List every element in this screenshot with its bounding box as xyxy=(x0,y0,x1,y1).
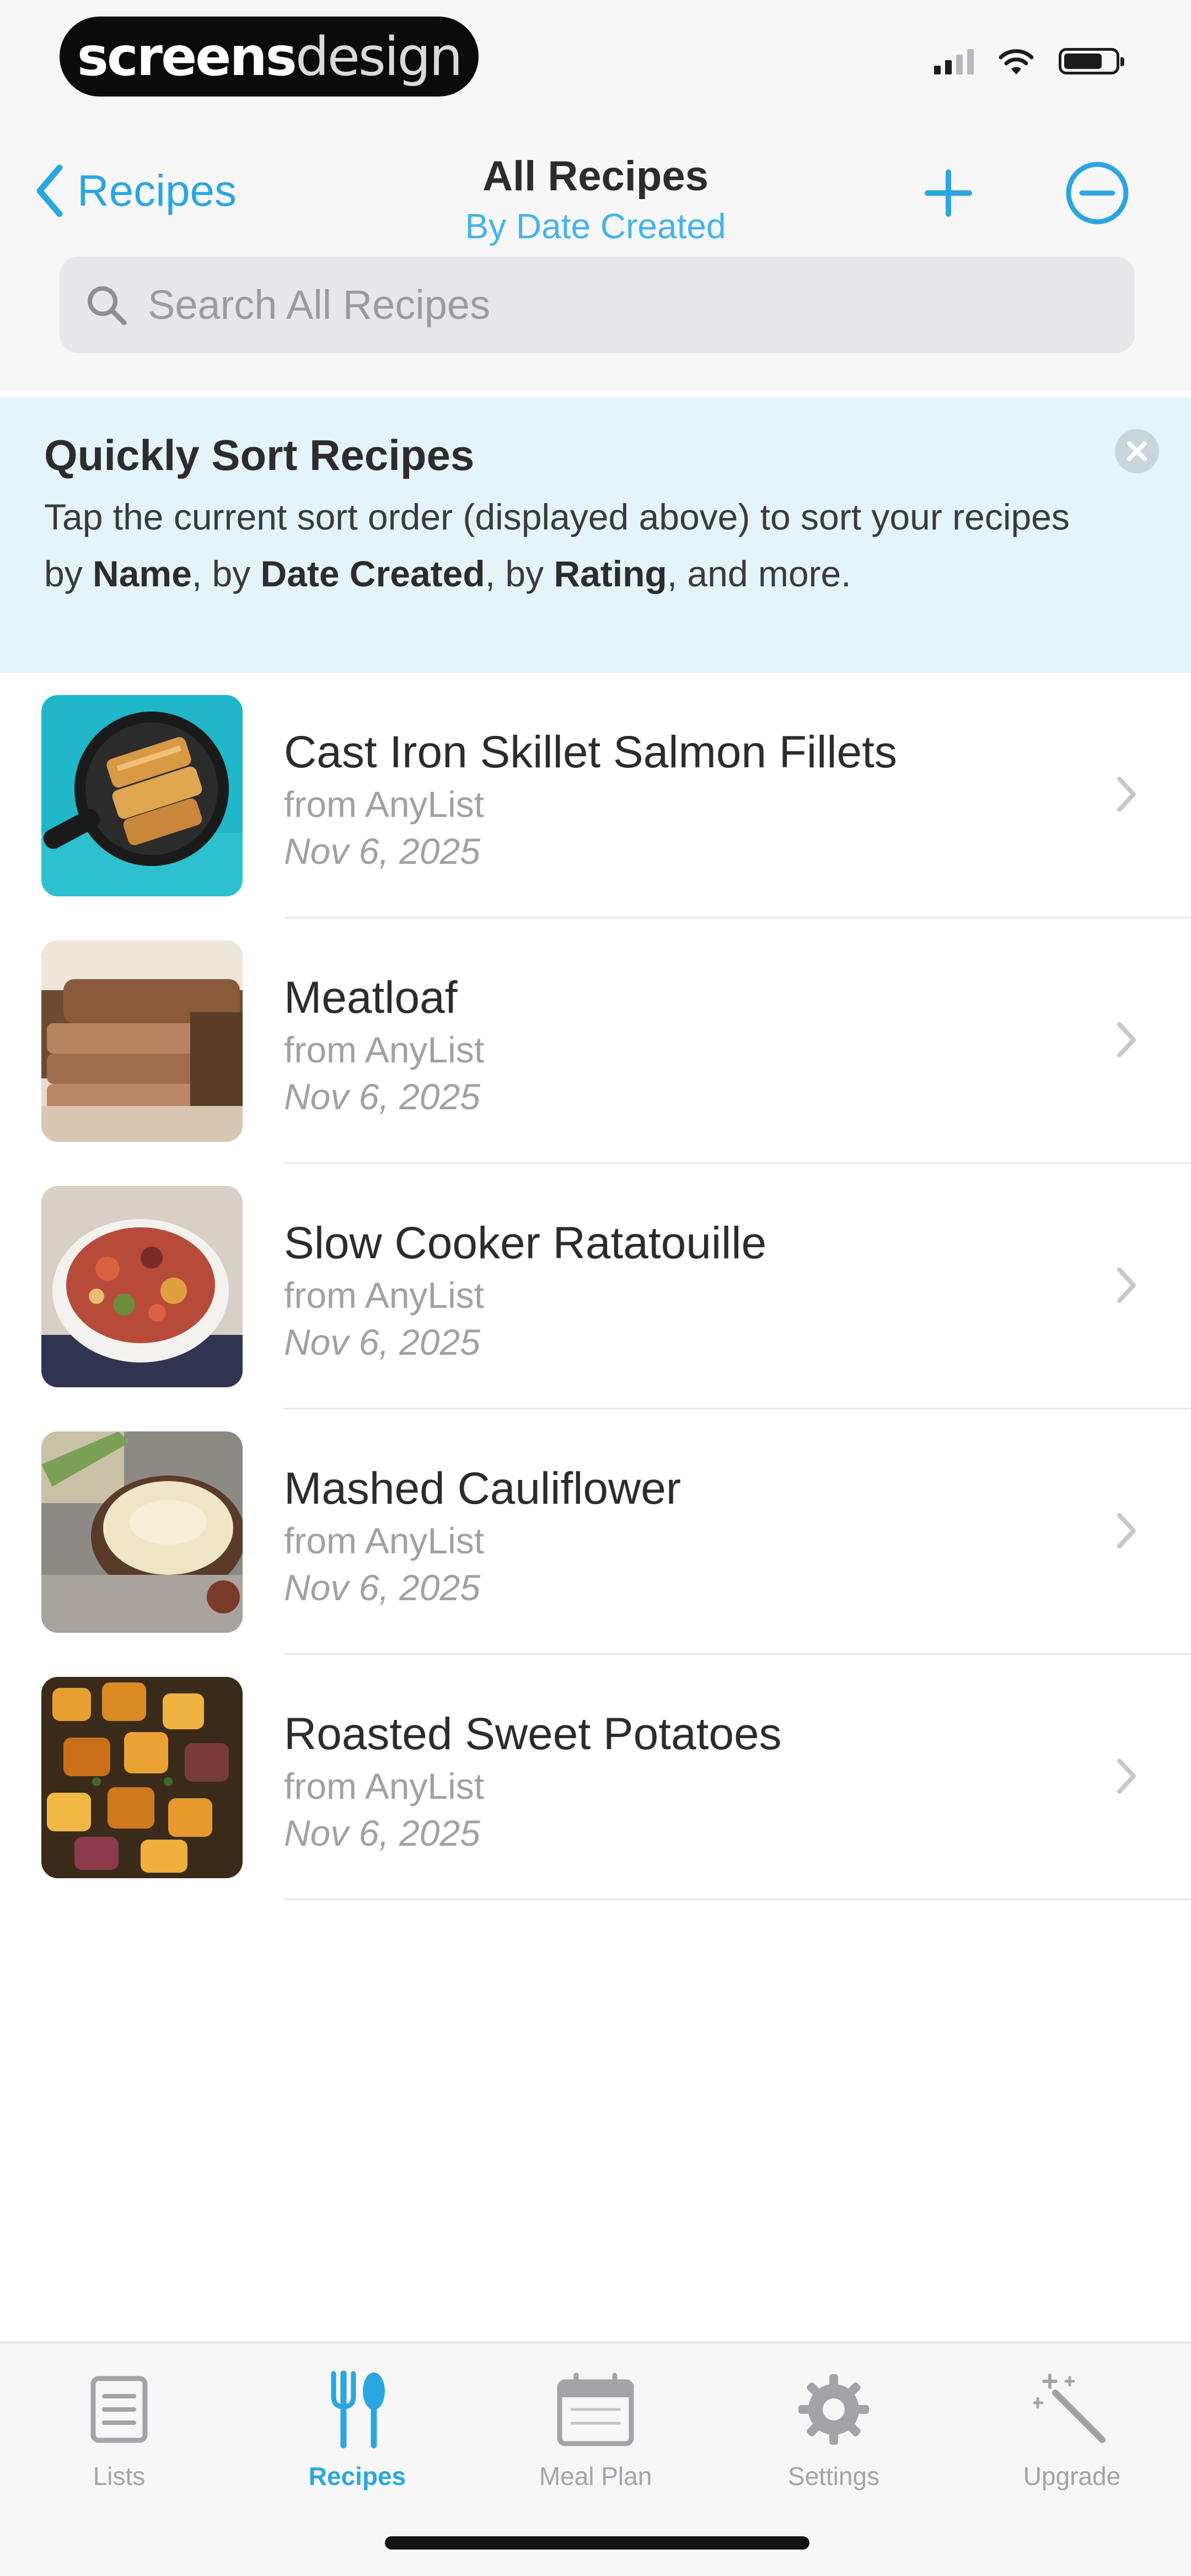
recipe-thumbnail xyxy=(41,1677,243,1878)
chevron-right-icon xyxy=(1117,1268,1136,1303)
recipe-source: from AnyList xyxy=(284,1029,485,1070)
recipe-date: Nov 6, 2025 xyxy=(284,1813,480,1853)
recipe-row[interactable]: Meatloaf from AnyList Nov 6, 2025 xyxy=(0,918,1191,1164)
fork-spoon-icon xyxy=(313,2365,401,2454)
sort-order-button[interactable]: By Date Created xyxy=(320,204,871,248)
back-button-label: Recipes xyxy=(77,166,237,215)
add-recipe-button[interactable] xyxy=(915,160,981,226)
chevron-left-icon xyxy=(36,164,63,217)
recipe-row[interactable]: Mashed Cauliflower from AnyList Nov 6, 2… xyxy=(0,1409,1191,1655)
tab-label: Settings xyxy=(787,2462,880,2491)
minus-circle-icon xyxy=(1066,162,1129,225)
tab-label: Lists xyxy=(93,2462,146,2491)
tip-text-2: , by xyxy=(191,553,261,594)
recipe-info: Cast Iron Skillet Salmon Fillets from An… xyxy=(284,724,897,875)
chevron-right-icon xyxy=(1117,1513,1136,1548)
recipe-title: Cast Iron Skillet Salmon Fillets xyxy=(284,727,897,777)
tab-recipes[interactable]: Recipes xyxy=(238,2365,476,2491)
tab-meal-plan[interactable]: Meal Plan xyxy=(476,2365,715,2491)
tip-title: Quickly Sort Recipes xyxy=(44,431,475,479)
tip-body: Tap the current sort order (displayed ab… xyxy=(44,489,1103,602)
recipe-title: Slow Cooker Ratatouille xyxy=(284,1218,767,1268)
search-icon xyxy=(82,280,131,330)
tab-lists[interactable]: Lists xyxy=(0,2365,238,2491)
tip-date-created: Date Created xyxy=(260,553,485,594)
title-block: All Recipes By Date Created xyxy=(320,149,871,248)
tab-label: Upgrade xyxy=(1023,2462,1121,2491)
recipe-title: Mashed Cauliflower xyxy=(284,1463,682,1514)
recipe-title: Meatloaf xyxy=(284,972,458,1023)
battery-icon xyxy=(1059,48,1124,74)
chevron-right-icon xyxy=(1117,1022,1136,1057)
recipe-info: Meatloaf from AnyList Nov 6, 2025 xyxy=(284,969,484,1120)
recipe-row[interactable]: Slow Cooker Ratatouille from AnyList Nov… xyxy=(0,1164,1191,1409)
recipe-thumbnail xyxy=(41,1431,243,1633)
search-input[interactable] xyxy=(147,281,1086,329)
chevron-right-icon xyxy=(1117,777,1136,812)
recipe-date: Nov 6, 2025 xyxy=(284,1076,480,1117)
recipe-date: Nov 6, 2025 xyxy=(284,1567,480,1608)
home-indicator[interactable] xyxy=(385,2536,809,2550)
brand-logo-light: design xyxy=(295,25,463,88)
status-icons xyxy=(934,47,1124,76)
recipe-list: Cast Iron Skillet Salmon Fillets from An… xyxy=(0,673,1191,1900)
dismiss-tip-button[interactable] xyxy=(1110,425,1163,478)
recipe-info: Slow Cooker Ratatouille from AnyList Nov… xyxy=(284,1215,766,1366)
gear-icon xyxy=(790,2365,878,2454)
wifi-icon xyxy=(999,49,1034,74)
chevron-right-icon xyxy=(1117,1759,1136,1794)
recipe-date: Nov 6, 2025 xyxy=(284,1322,480,1362)
tab-upgrade[interactable]: Upgrade xyxy=(953,2365,1191,2491)
status-bar: screens design xyxy=(0,0,1191,132)
close-icon xyxy=(1115,429,1159,473)
brand-logo: screens design xyxy=(60,17,479,97)
back-button[interactable]: Recipes xyxy=(34,163,237,218)
more-options-button[interactable] xyxy=(1064,160,1130,226)
cellular-signal-icon xyxy=(934,48,974,74)
search-bar[interactable] xyxy=(60,256,1135,353)
tab-settings[interactable]: Settings xyxy=(715,2365,953,2491)
tab-label: Recipes xyxy=(308,2462,406,2491)
tab-label: Meal Plan xyxy=(539,2462,652,2491)
recipe-source: from AnyList xyxy=(284,784,485,825)
lists-icon xyxy=(75,2365,163,2454)
recipe-info: Mashed Cauliflower from AnyList Nov 6, 2… xyxy=(284,1460,681,1611)
magic-wand-icon xyxy=(1028,2365,1116,2454)
tip-rating: Rating xyxy=(554,553,667,594)
recipe-title: Roasted Sweet Potatoes xyxy=(284,1709,782,1759)
page-title: All Recipes xyxy=(482,153,709,200)
tip-name: Name xyxy=(93,553,192,594)
tip-text-3: , by xyxy=(485,553,554,594)
recipe-source: from AnyList xyxy=(284,1520,485,1561)
sort-tip-banner: Quickly Sort Recipes Tap the current sor… xyxy=(0,397,1191,673)
recipe-thumbnail xyxy=(41,940,243,1142)
calendar-icon xyxy=(551,2365,640,2454)
recipe-source: from AnyList xyxy=(284,1275,485,1316)
recipe-source: from AnyList xyxy=(284,1766,485,1807)
recipe-info: Roasted Sweet Potatoes from AnyList Nov … xyxy=(284,1706,782,1857)
recipe-thumbnail xyxy=(41,1186,243,1387)
recipe-row[interactable]: Cast Iron Skillet Salmon Fillets from An… xyxy=(0,673,1191,918)
recipe-date: Nov 6, 2025 xyxy=(284,831,480,872)
tip-text-4: , and more. xyxy=(667,553,851,594)
navigation-header: Recipes All Recipes By Date Created xyxy=(0,132,1191,392)
plus-icon xyxy=(925,169,972,217)
recipe-thumbnail xyxy=(41,695,243,896)
recipe-row[interactable]: Roasted Sweet Potatoes from AnyList Nov … xyxy=(0,1655,1191,1900)
brand-logo-bold: screens xyxy=(77,25,297,88)
